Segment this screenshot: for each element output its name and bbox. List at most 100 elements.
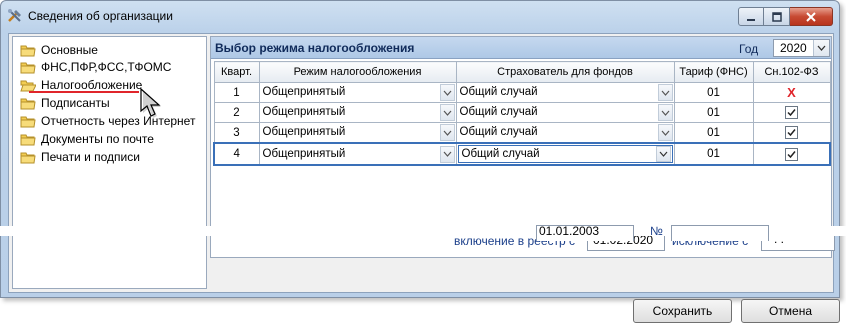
regime-value: Общепринятый	[262, 147, 346, 160]
sidebar-item-label: Отчетность через Интернет	[41, 114, 196, 128]
sidebar-item-label: Подписанты	[41, 96, 110, 110]
chevron-down-icon	[443, 90, 451, 96]
tariff-cell[interactable]: 01	[673, 102, 754, 123]
organization-info-window: Сведения об организации Основные ФНС,ПФР…	[0, 0, 840, 323]
mouse-cursor-icon	[140, 87, 161, 118]
column-header-quarter[interactable]: Кварт.	[213, 61, 260, 83]
regime-value: Общепринятый	[262, 106, 346, 118]
quarter-cell: 1	[213, 82, 260, 103]
regime-combo[interactable]: Общепринятый	[258, 142, 457, 166]
regime-value: Общепринятый	[262, 126, 346, 138]
year-value: 2020	[780, 41, 807, 55]
regime-combo[interactable]: Общепринятый	[258, 82, 457, 103]
minimize-icon	[747, 18, 755, 21]
insurer-dropdown-button[interactable]	[657, 84, 673, 101]
chevron-down-icon	[443, 130, 451, 136]
table-header-row: Кварт. Режим налогообложения Страховател…	[213, 61, 831, 83]
regime-combo[interactable]: Общепринятый	[258, 102, 457, 123]
tariff-cell[interactable]: 01	[673, 122, 754, 144]
client-area: Основные ФНС,ПФР,ФСС,ТФОМС Налогообложен…	[8, 33, 840, 323]
sidebar-item-label: Налогообложение	[41, 78, 143, 92]
column-header-regime[interactable]: Режим налогообложения	[258, 61, 457, 83]
sidebar-item-label: Печати и подписи	[41, 150, 140, 164]
chevron-down-icon	[443, 151, 451, 157]
insurer-combo-focused[interactable]: Общий случай	[455, 142, 675, 166]
partially-hidden-row: 01.01.2003 №	[210, 225, 770, 241]
checkmark-icon	[787, 150, 796, 158]
sidebar-item-basic[interactable]: Основные	[20, 42, 98, 58]
column-header-sn102[interactable]: Сн.102-ФЗ	[752, 61, 831, 83]
cancel-button[interactable]: Отмена	[741, 299, 840, 323]
folder-icon	[20, 45, 36, 57]
partial-date-value: 01.01.2003	[539, 225, 600, 238]
open-folder-icon	[20, 80, 36, 92]
quarter-cell: 4	[213, 142, 260, 166]
chevron-down-icon	[659, 151, 667, 157]
column-header-tariff[interactable]: Тариф (ФНС)	[673, 61, 754, 83]
title-bar[interactable]: Сведения об организации	[1, 1, 839, 31]
sn102-cell[interactable]: X	[752, 82, 831, 103]
table-row: 3 Общепринятый Общий случай 01	[213, 122, 831, 144]
checkmark-icon	[787, 109, 796, 117]
selection-underline	[29, 91, 139, 93]
regime-dropdown-button[interactable]	[439, 145, 455, 163]
year-select[interactable]: 2020	[773, 39, 830, 57]
year-dropdown-button[interactable]	[813, 40, 829, 56]
window-controls	[738, 7, 833, 26]
sections-tree: Основные ФНС,ПФР,ФСС,ТФОМС Налогообложен…	[12, 36, 207, 289]
insurer-value: Общий случай	[459, 126, 538, 138]
partial-number-label: №	[650, 225, 663, 238]
regime-value: Общепринятый	[262, 86, 346, 98]
folder-icon	[20, 134, 36, 146]
sn102-x-mark: X	[787, 85, 796, 100]
sidebar-item-mail-documents[interactable]: Документы по почте	[20, 131, 154, 147]
sn102-cell[interactable]	[752, 142, 831, 166]
chevron-down-icon	[661, 90, 669, 96]
insurer-dropdown-button[interactable]	[655, 146, 671, 162]
sidebar-item-internet-reporting[interactable]: Отчетность через Интернет	[20, 113, 195, 129]
tools-icon	[8, 9, 21, 22]
minimize-button[interactable]	[738, 7, 764, 26]
sn102-checkbox[interactable]	[785, 106, 798, 119]
sidebar-item-funds[interactable]: ФНС,ПФР,ФСС,ТФОМС	[20, 59, 171, 75]
chevron-down-icon	[817, 45, 826, 51]
tariff-cell[interactable]: 01	[673, 82, 754, 103]
insurer-combo[interactable]: Общий случай	[455, 122, 675, 144]
regime-combo[interactable]: Общепринятый	[258, 122, 457, 144]
sidebar-item-signers[interactable]: Подписанты	[20, 95, 110, 111]
save-button[interactable]: Сохранить	[633, 299, 732, 323]
insurer-value: Общий случай	[461, 148, 540, 160]
table-row: 1 Общепринятый Общий случай 01 X	[213, 82, 831, 103]
quarter-cell: 3	[213, 122, 260, 144]
folder-icon	[20, 62, 36, 74]
sn102-cell[interactable]	[752, 122, 831, 144]
window-title: Сведения об организации	[28, 9, 173, 23]
section-header: Выбор режима налогообложения Год 2020	[211, 37, 831, 59]
insurer-dropdown-button[interactable]	[657, 104, 673, 121]
insurer-dropdown-button[interactable]	[657, 124, 673, 141]
partial-date-input[interactable]: 01.01.2003	[536, 225, 634, 241]
partial-number-input[interactable]	[671, 225, 769, 241]
insurer-value: Общий случай	[459, 106, 538, 118]
table-row: 2 Общепринятый Общий случай 01	[213, 102, 831, 123]
chevron-down-icon	[661, 110, 669, 116]
insurer-combo[interactable]: Общий случай	[455, 102, 675, 123]
table-row-active: 4 Общепринятый Общий случай 01	[213, 142, 831, 166]
sidebar-item-stamps-signatures[interactable]: Печати и подписи	[20, 149, 140, 165]
maximize-button[interactable]	[764, 7, 790, 26]
tariff-cell[interactable]: 01	[673, 142, 754, 166]
close-button[interactable]	[790, 7, 833, 26]
insurer-combo[interactable]: Общий случай	[455, 82, 675, 103]
sn102-checkbox[interactable]	[784, 147, 798, 161]
column-header-insurer[interactable]: Страхователь для фондов	[455, 61, 675, 83]
insurer-value: Общий случай	[459, 86, 538, 98]
close-icon	[806, 11, 816, 22]
regime-dropdown-button[interactable]	[439, 84, 455, 101]
sn102-checkbox[interactable]	[785, 126, 798, 139]
regime-dropdown-button[interactable]	[439, 124, 455, 141]
year-label: Год	[739, 42, 759, 56]
regime-dropdown-button[interactable]	[439, 104, 455, 121]
maximize-icon	[771, 11, 782, 22]
sidebar-item-label: ФНС,ПФР,ФСС,ТФОМС	[41, 60, 172, 74]
sn102-cell[interactable]	[752, 102, 831, 123]
